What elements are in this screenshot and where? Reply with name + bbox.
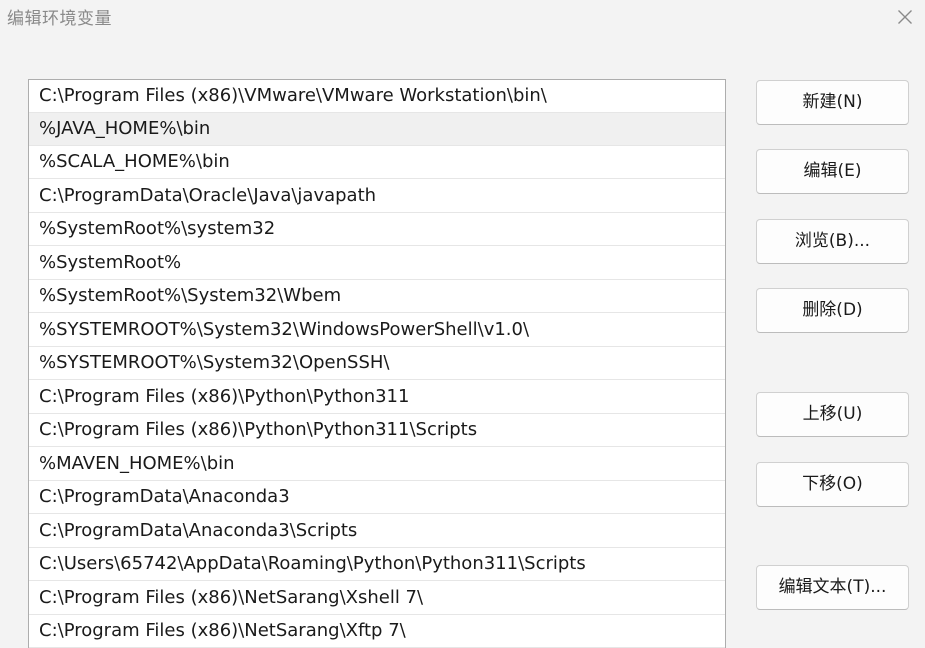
- path-list-item[interactable]: %SystemRoot%: [29, 247, 725, 280]
- path-list-item[interactable]: %MAVEN_HOME%\bin: [29, 448, 725, 481]
- close-icon: [898, 10, 912, 24]
- path-list-item[interactable]: C:\Program Files (x86)\Python\Python311: [29, 381, 725, 414]
- path-list-item[interactable]: %SystemRoot%\System32\Wbem: [29, 280, 725, 313]
- delete-button[interactable]: 删除(D): [756, 288, 909, 333]
- edit-button[interactable]: 编辑(E): [756, 149, 909, 194]
- edit-text-button[interactable]: 编辑文本(T)...: [756, 565, 909, 610]
- move-down-button[interactable]: 下移(O): [756, 462, 909, 507]
- move-up-button[interactable]: 上移(U): [756, 392, 909, 437]
- browse-button[interactable]: 浏览(B)...: [756, 219, 909, 264]
- dialog-title: 编辑环境变量: [7, 9, 112, 29]
- path-list-item[interactable]: C:\Program Files (x86)\NetSarang\Xftp 7\: [29, 615, 725, 648]
- path-list-item[interactable]: C:\Program Files (x86)\VMware\VMware Wor…: [29, 80, 725, 113]
- title-bar: 编辑环境变量: [0, 0, 925, 36]
- path-list[interactable]: C:\Program Files (x86)\VMware\VMware Wor…: [28, 79, 726, 648]
- edit-env-variable-dialog: 编辑环境变量 C:\Program Files (x86)\VMware\VMw…: [0, 0, 925, 648]
- path-list-item[interactable]: C:\ProgramData\Anaconda3\Scripts: [29, 515, 725, 548]
- new-button[interactable]: 新建(N): [756, 80, 909, 125]
- path-list-item[interactable]: %SCALA_HOME%\bin: [29, 146, 725, 179]
- path-list-item[interactable]: %SystemRoot%\system32: [29, 213, 725, 246]
- path-list-item[interactable]: C:\ProgramData\Anaconda3: [29, 481, 725, 514]
- path-list-item[interactable]: %SYSTEMROOT%\System32\OpenSSH\: [29, 347, 725, 380]
- path-list-item[interactable]: C:\Program Files (x86)\Python\Python311\…: [29, 414, 725, 447]
- close-button[interactable]: [890, 2, 920, 32]
- path-list-item-selected[interactable]: %JAVA_HOME%\bin: [29, 113, 725, 146]
- path-list-item[interactable]: C:\Users\65742\AppData\Roaming\Python\Py…: [29, 548, 725, 581]
- path-list-item[interactable]: C:\Program Files (x86)\NetSarang\Xshell …: [29, 582, 725, 615]
- path-list-item[interactable]: C:\ProgramData\Oracle\Java\javapath: [29, 180, 725, 213]
- path-list-item[interactable]: %SYSTEMROOT%\System32\WindowsPowerShell\…: [29, 314, 725, 347]
